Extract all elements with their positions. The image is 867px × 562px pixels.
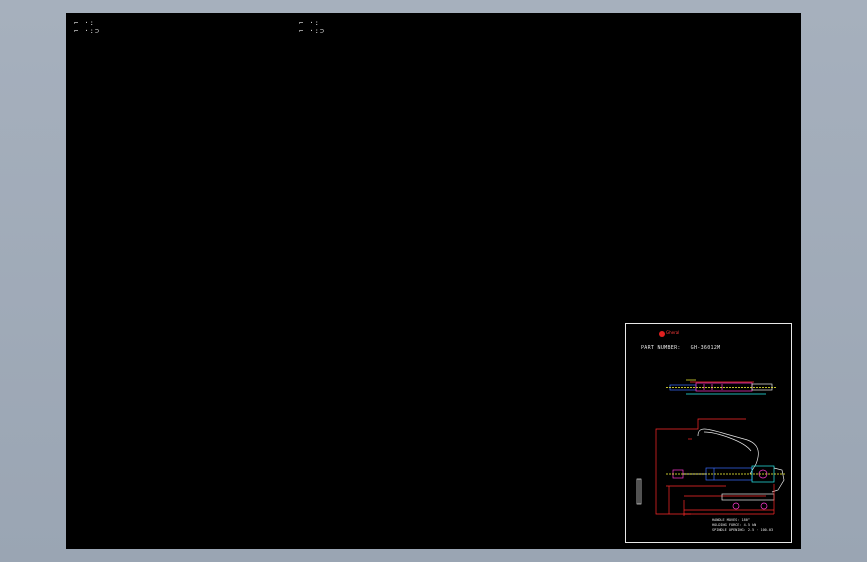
top-view — [666, 379, 776, 395]
drawing-notes: HANDLE MOVES: 180° HOLDING FORCE: 4.5 kN… — [712, 518, 773, 533]
ucs-icon-left: ⌐ ·: ⌐ ·:⊃ — [74, 19, 101, 35]
ucs-icon-right: ⌐ ·: ⌐ ·:⊃ — [299, 19, 326, 35]
drawing-sheet[interactable]: Gheral PART NUMBER: GH-36012M HANDLE MOV… — [625, 323, 792, 543]
note-line: SPINDLE OPENING: 2.5 · 100-03 — [712, 528, 774, 532]
drawing-canvas[interactable]: ⌐ ·: ⌐ ·:⊃ ⌐ ·: ⌐ ·:⊃ Gheral PART NUMBER… — [66, 13, 801, 549]
clamp-drawing — [636, 379, 786, 516]
side-view — [636, 418, 786, 516]
